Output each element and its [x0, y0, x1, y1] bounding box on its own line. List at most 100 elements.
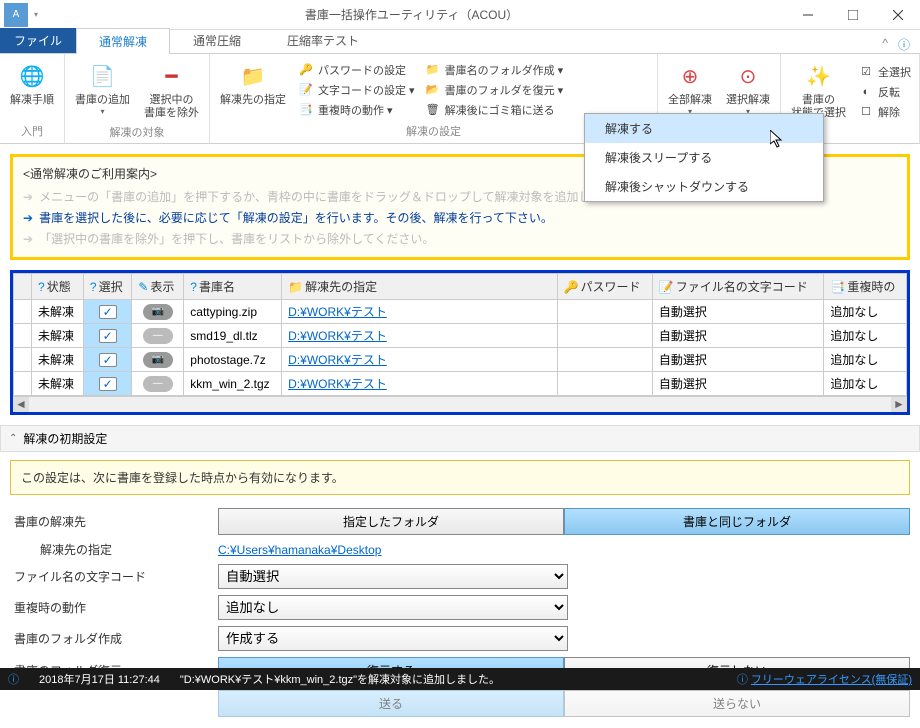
dest-folder-button[interactable]: 📁 解凍先の指定	[216, 58, 290, 121]
license-link[interactable]: フリーウェアライセンス(無保証)	[751, 674, 912, 686]
table-row[interactable]: 未解凍✓—smd19_dl.tlzD:¥WORK¥テスト自動選択追加なし	[14, 324, 907, 348]
cell-display[interactable]: 📷	[132, 300, 184, 324]
col-password[interactable]: 🔑パスワード	[557, 274, 652, 300]
tab-bar: ファイル 通常解凍 通常圧縮 圧縮率テスト ^ ⓘ	[0, 30, 920, 54]
help-icon[interactable]: ^	[882, 36, 888, 53]
cell-select[interactable]: ✓	[83, 324, 131, 348]
cell-dup: 追加なし	[824, 348, 907, 372]
send-yes-button[interactable]: 送る	[218, 690, 564, 717]
dest-label: 書庫の解凍先	[10, 513, 210, 530]
col-select[interactable]: ?選択	[83, 274, 131, 300]
tab-ratio-test[interactable]: 圧縮率テスト	[264, 27, 382, 53]
settings-note: この設定は、次に書庫を登録した時点から有効になります。	[10, 460, 910, 495]
key-icon: 🔑	[298, 62, 314, 78]
scroll-left-icon[interactable]: ◄	[13, 397, 29, 412]
settings-header[interactable]: ⌃ 解凍の初期設定	[0, 425, 920, 452]
cell-name: smd19_dl.tlz	[184, 324, 282, 348]
cell-dup: 追加なし	[824, 372, 907, 396]
col-dest[interactable]: 📁解凍先の指定	[282, 274, 557, 300]
minimize-button[interactable]	[785, 0, 830, 30]
archive-table: ?状態 ?選択 ✎表示 ?書庫名 📁解凍先の指定 🔑パスワード 📝ファイル名の文…	[13, 273, 907, 396]
tab-extract[interactable]: 通常解凍	[76, 28, 170, 54]
cell-encoding: 自動選択	[652, 300, 824, 324]
cell-password	[557, 372, 652, 396]
cell-dest[interactable]: D:¥WORK¥テスト	[282, 300, 557, 324]
cell-display[interactable]: —	[132, 324, 184, 348]
create-folder-item[interactable]: 📁書庫名のフォルダ作成 ▾	[423, 61, 566, 79]
remove-selected-button[interactable]: ━ 選択中の 書庫を除外	[140, 58, 203, 122]
dest-path-link[interactable]: C:¥Users¥hamanaka¥Desktop	[218, 543, 381, 557]
cell-name: kkm_win_2.tgz	[184, 372, 282, 396]
cell-select[interactable]: ✓	[83, 372, 131, 396]
cell-password	[557, 300, 652, 324]
cell-name: cattyping.zip	[184, 300, 282, 324]
h-scrollbar[interactable]: ◄ ►	[13, 396, 907, 412]
info-license-icon: ⓘ	[737, 674, 748, 686]
table-row[interactable]: 未解凍✓—kkm_win_2.tgzD:¥WORK¥テスト自動選択追加なし	[14, 372, 907, 396]
close-button[interactable]	[875, 0, 920, 30]
encoding-setting-item[interactable]: 📝文字コードの設定 ▾	[296, 81, 417, 99]
menu-extract-sleep[interactable]: 解凍後スリープする	[585, 143, 823, 172]
enc-label: ファイル名の文字コード	[10, 568, 210, 585]
col-display[interactable]: ✎表示	[132, 274, 184, 300]
info-line-2: ➔書庫を選択した後に、必要に応じて「解凍の設定」を行います。その後、解凍を行って…	[23, 207, 897, 228]
extract-all-icon: ⊕	[674, 60, 706, 92]
extract-sel-icon: ⊙	[732, 60, 764, 92]
col-dup[interactable]: 📑重複時の	[824, 274, 907, 300]
tab-compress[interactable]: 通常圧縮	[170, 27, 264, 53]
cell-status: 未解凍	[32, 300, 84, 324]
copy-icon: 📑	[298, 102, 314, 118]
clear-icon: ☐	[858, 104, 874, 120]
encoding-select[interactable]: 自動選択	[218, 564, 568, 589]
cell-password	[557, 324, 652, 348]
select-all-item[interactable]: ☑全選択	[856, 63, 913, 81]
dest-specified-button[interactable]: 指定したフォルダ	[218, 508, 564, 535]
col-status[interactable]: ?状態	[32, 274, 84, 300]
col-encoding[interactable]: 📝ファイル名の文字コード	[652, 274, 824, 300]
folder-icon: 📁	[237, 60, 269, 92]
col-name[interactable]: ?書庫名	[184, 274, 282, 300]
maximize-button[interactable]	[830, 0, 875, 30]
cell-dest[interactable]: D:¥WORK¥テスト	[282, 348, 557, 372]
add-file-icon: 📄	[87, 60, 119, 92]
password-setting-item[interactable]: 🔑パスワードの設定	[296, 61, 417, 79]
cell-dest[interactable]: D:¥WORK¥テスト	[282, 324, 557, 348]
folder-plus-icon: 📁	[425, 62, 441, 78]
add-archive-button[interactable]: 📄 書庫の追加 ▾	[71, 58, 134, 122]
scroll-right-icon[interactable]: ►	[891, 397, 907, 412]
cell-select[interactable]: ✓	[83, 300, 131, 324]
chevron-down-icon: ▾	[100, 107, 104, 116]
window-title: 書庫一括操作ユーティリティ（ACOU）	[38, 6, 785, 23]
menu-extract-shutdown[interactable]: 解凍後シャットダウンする	[585, 172, 823, 201]
cell-select[interactable]: ✓	[83, 348, 131, 372]
cell-display[interactable]: —	[132, 372, 184, 396]
cell-encoding: 自動選択	[652, 324, 824, 348]
trash-after-item[interactable]: 🗑解凍後にゴミ箱に送る	[423, 101, 566, 119]
wand-icon: ✨	[803, 60, 835, 92]
table-row[interactable]: 未解凍✓📷cattyping.zipD:¥WORK¥テスト自動選択追加なし	[14, 300, 907, 324]
info-status-icon: ⓘ	[8, 671, 19, 687]
clear-selection-item[interactable]: ☐解除	[856, 103, 913, 121]
file-tab[interactable]: ファイル	[0, 28, 76, 53]
trash-icon: 🗑	[425, 102, 441, 118]
cell-dest[interactable]: D:¥WORK¥テスト	[282, 372, 557, 396]
cell-display[interactable]: 📷	[132, 348, 184, 372]
cell-status: 未解凍	[32, 372, 84, 396]
duplicate-action-item[interactable]: 📑重複時の動作 ▾	[296, 101, 417, 119]
send-no-button[interactable]: 送らない	[564, 690, 910, 717]
extract-steps-button[interactable]: 🌐 解凍手順	[6, 58, 58, 121]
mkdir-select[interactable]: 作成する	[218, 626, 568, 651]
titlebar: A ▾ 書庫一括操作ユーティリティ（ACOU）	[0, 0, 920, 30]
table-row[interactable]: 未解凍✓📷photostage.7zD:¥WORK¥テスト自動選択追加なし	[14, 348, 907, 372]
duplicate-select[interactable]: 追加なし	[218, 595, 568, 620]
dup-label: 重複時の動作	[10, 599, 210, 616]
menu-extract[interactable]: 解凍する	[585, 114, 823, 143]
status-bar: ⓘ 2018年7月17日 11:27:44 "D:¥WORK¥テスト¥kkm_w…	[0, 668, 920, 690]
restore-folder-item[interactable]: 📂書庫のフォルダを復元 ▾	[423, 81, 566, 99]
invert-selection-item[interactable]: ◐反転	[856, 83, 913, 101]
status-message: "D:¥WORK¥テスト¥kkm_win_2.tgz"を解凍対象に追加しました。	[180, 671, 500, 687]
app-icon: A	[4, 3, 28, 27]
extract-all-dropdown: 解凍する 解凍後スリープする 解凍後シャットダウンする	[584, 113, 824, 202]
info-icon[interactable]: ⓘ	[898, 36, 910, 53]
dest-same-folder-button[interactable]: 書庫と同じフォルダ	[564, 508, 910, 535]
